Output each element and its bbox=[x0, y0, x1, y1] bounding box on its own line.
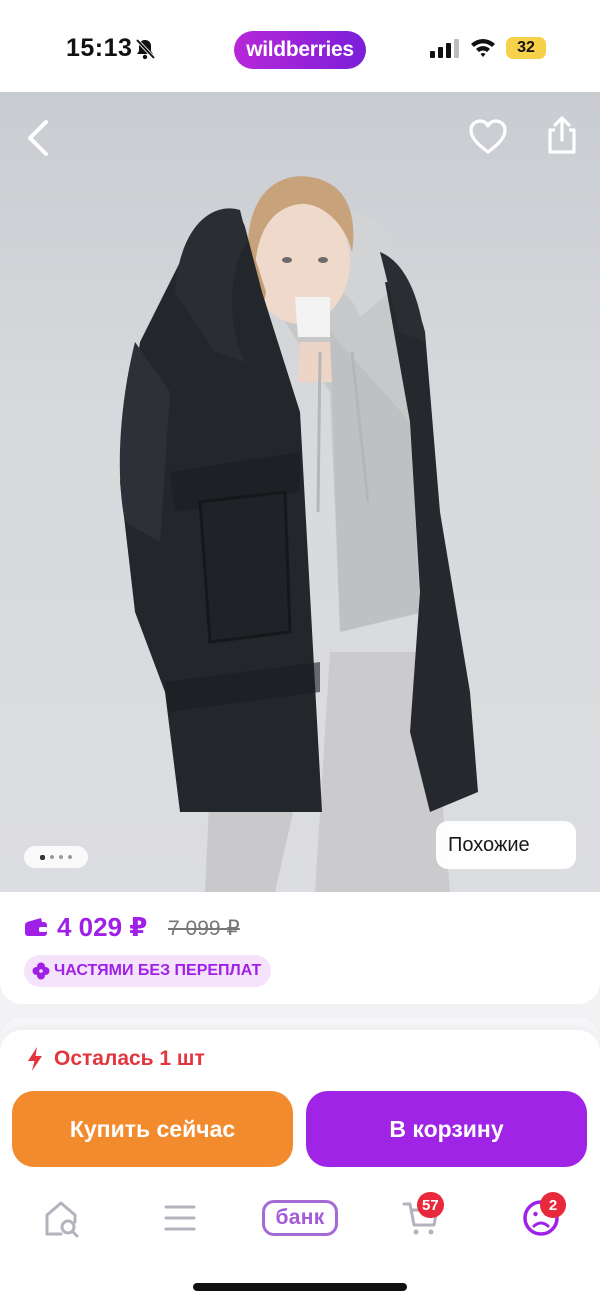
bank-label: банк bbox=[262, 1200, 338, 1236]
tab-bank[interactable]: банк bbox=[260, 1195, 340, 1241]
lightning-icon bbox=[28, 1047, 42, 1071]
gallery-pagination bbox=[24, 846, 88, 868]
cellular-signal-icon bbox=[430, 39, 459, 58]
home-search-icon bbox=[45, 1201, 79, 1238]
current-price: 4 029 ₽ bbox=[57, 912, 148, 942]
tab-catalog[interactable] bbox=[158, 1195, 202, 1241]
product-photo bbox=[119, 176, 478, 892]
share-icon[interactable] bbox=[544, 114, 580, 156]
installment-badge[interactable]: ЧАСТЯМИ БЕЗ ПЕРЕПЛАТ bbox=[24, 955, 272, 987]
old-price: 7 099 ₽ bbox=[168, 917, 240, 940]
gallery-dot bbox=[59, 855, 63, 859]
battery-indicator: 32 bbox=[506, 37, 546, 59]
status-time: 15:13 bbox=[66, 34, 133, 62]
gallery-dot bbox=[68, 855, 72, 859]
tab-home[interactable] bbox=[38, 1195, 84, 1241]
product-image-gallery[interactable]: Похожие bbox=[0, 92, 600, 892]
gallery-dot-active bbox=[40, 854, 45, 860]
bell-off-icon bbox=[135, 38, 155, 60]
back-arrow-icon[interactable] bbox=[22, 116, 58, 160]
menu-icon bbox=[164, 1205, 196, 1231]
cart-count-badge: 57 bbox=[417, 1192, 444, 1218]
stock-warning: Осталась 1 шт bbox=[26, 1046, 205, 1072]
favorite-heart-icon[interactable] bbox=[468, 118, 508, 156]
buy-now-button[interactable]: Купить сейчас bbox=[12, 1091, 293, 1167]
clover-icon bbox=[32, 962, 50, 980]
wildberries-logo: wildberries bbox=[234, 31, 366, 69]
wallet-icon bbox=[25, 918, 47, 936]
home-indicator bbox=[193, 1283, 407, 1291]
similar-products-button[interactable]: Похожие bbox=[436, 821, 576, 869]
add-to-cart-button[interactable]: В корзину bbox=[306, 1091, 587, 1167]
profile-notification-badge: 2 bbox=[540, 1192, 566, 1218]
gallery-dot bbox=[50, 855, 54, 859]
stock-text: Осталась 1 шт bbox=[54, 1047, 205, 1070]
status-bar: 15:13 wildberries 32 bbox=[0, 0, 600, 92]
wifi-icon bbox=[471, 39, 495, 57]
installment-label: ЧАСТЯМИ БЕЗ ПЕРЕПЛАТ bbox=[54, 962, 262, 979]
price-card bbox=[0, 892, 600, 1004]
